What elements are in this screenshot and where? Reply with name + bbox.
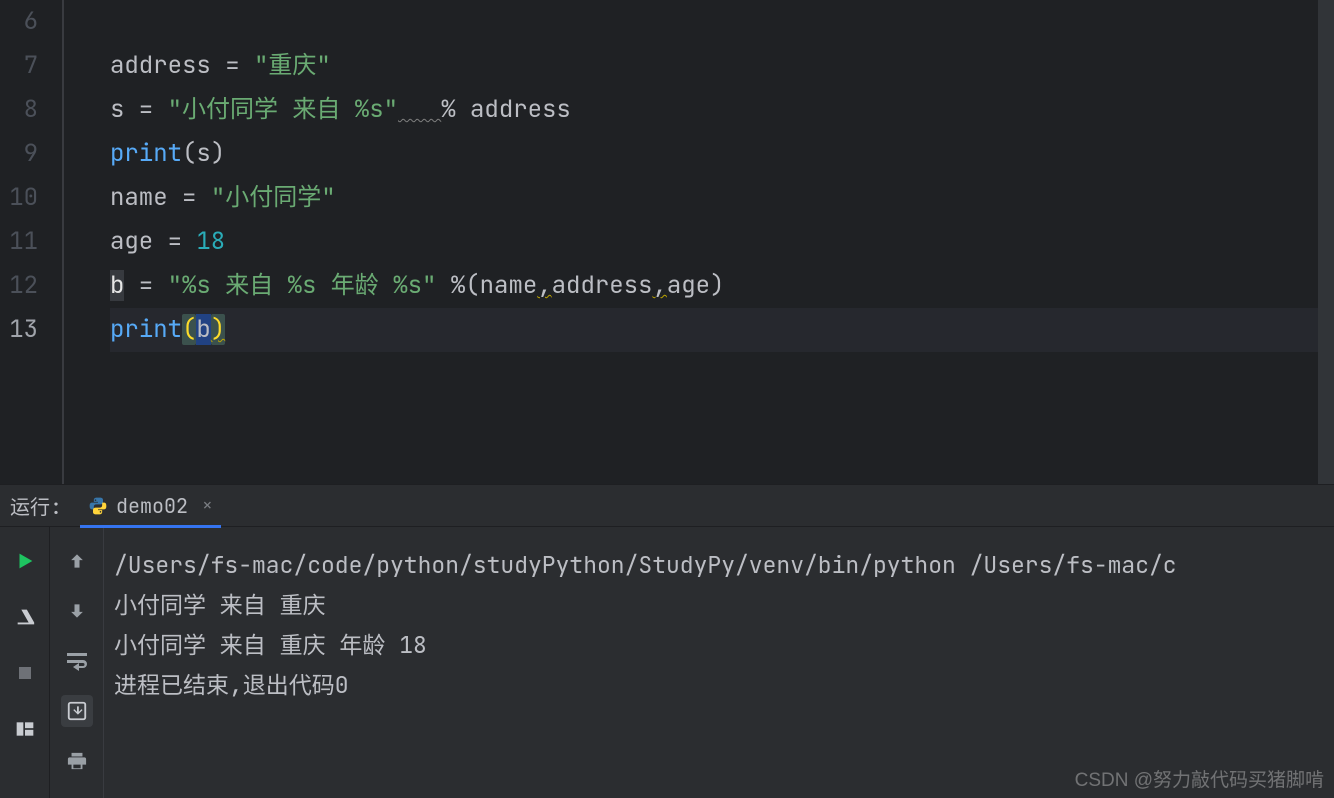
comma-warning: ,	[652, 270, 666, 301]
operator: %	[441, 94, 470, 125]
string-literal: "小付同学 来自 %s"	[168, 94, 398, 125]
string-literal: "%s 来自 %s 年龄 %s"	[168, 270, 437, 301]
run-toolbar-console	[50, 527, 104, 798]
string-literal: "重庆"	[254, 50, 331, 81]
close-tab-icon[interactable]: ×	[202, 494, 213, 517]
line-number[interactable]: 7	[0, 44, 38, 88]
code-editor[interactable]: address = "重庆" s = "小付同学 来自 %s" % addres…	[64, 0, 1334, 484]
function-call: print	[110, 314, 182, 345]
operator: =	[124, 270, 167, 301]
editor-pane: 6 7 8 9 10 11 12 13 address = "重庆" s = "…	[0, 0, 1334, 484]
line-number-current[interactable]: 13	[0, 308, 38, 352]
scroll-to-end-button[interactable]	[61, 695, 93, 727]
run-tool-window: 运行: demo02 ×	[0, 484, 1334, 798]
scroll-up-button[interactable]	[61, 545, 93, 577]
code-line-6[interactable]	[110, 0, 1334, 44]
string-literal: "小付同学"	[211, 182, 336, 213]
line-number[interactable]: 6	[0, 0, 38, 44]
console-output[interactable]: /Users/fs-mac/code/python/studyPython/St…	[104, 527, 1334, 798]
operator: =	[153, 226, 196, 257]
paren-matched: )	[211, 314, 225, 345]
variable: address	[470, 94, 571, 125]
run-tab[interactable]: demo02 ×	[80, 485, 221, 527]
code-line-10[interactable]: name = "小付同学"	[110, 176, 1334, 220]
layout-button[interactable]	[9, 713, 41, 745]
operator: =	[124, 94, 167, 125]
console-line: /Users/fs-mac/code/python/studyPython/St…	[114, 545, 1334, 585]
run-header: 运行: demo02 ×	[0, 485, 1334, 527]
code-line-7[interactable]: address = "重庆"	[110, 44, 1334, 88]
comma-warning: ,	[537, 270, 551, 301]
print-button[interactable]	[61, 745, 93, 777]
paren: )	[710, 270, 724, 301]
variable: name	[480, 270, 538, 301]
paren: (	[182, 138, 196, 169]
line-number[interactable]: 9	[0, 132, 38, 176]
scroll-down-button[interactable]	[61, 595, 93, 627]
stop-button[interactable]	[9, 657, 41, 689]
operator: %	[451, 270, 465, 301]
code-line-13[interactable]: print(b)	[110, 308, 1334, 352]
line-number[interactable]: 12	[0, 264, 38, 308]
run-toolbar-left	[0, 527, 50, 798]
variable: b	[110, 270, 124, 301]
editor-scrollbar[interactable]	[1318, 0, 1334, 484]
console-line: 小付同学 来自 重庆 年龄 18	[114, 625, 1334, 665]
run-tab-name: demo02	[116, 493, 188, 519]
variable: s	[110, 94, 124, 125]
line-number[interactable]: 11	[0, 220, 38, 264]
variable: age	[667, 270, 710, 301]
space	[436, 270, 450, 301]
code-line-9[interactable]: print(s)	[110, 132, 1334, 176]
soft-wrap-button[interactable]	[61, 645, 93, 677]
variable: name	[110, 182, 168, 213]
settings-button[interactable]	[9, 601, 41, 633]
line-number[interactable]: 10	[0, 176, 38, 220]
line-number-gutter: 6 7 8 9 10 11 12 13	[0, 0, 62, 484]
variable: s	[196, 138, 210, 169]
rerun-button[interactable]	[9, 545, 41, 577]
code-line-12[interactable]: b = "%s 来自 %s 年龄 %s" %(name,address,age)	[110, 264, 1334, 308]
variable: age	[110, 226, 153, 257]
line-number[interactable]: 8	[0, 88, 38, 132]
console-line: 进程已结束,退出代码0	[114, 665, 1334, 705]
paren: (	[465, 270, 479, 301]
code-line-11[interactable]: age = 18	[110, 220, 1334, 264]
operator: =	[211, 50, 254, 81]
watermark: CSDN @努力敲代码买猪脚啃	[1075, 765, 1324, 792]
paren: )	[211, 138, 225, 169]
console-line: 小付同学 来自 重庆	[114, 585, 1334, 625]
function-call: print	[110, 138, 182, 169]
paren-matched: (	[182, 314, 196, 345]
variable: address	[110, 50, 211, 81]
operator: =	[168, 182, 211, 213]
variable: b	[196, 314, 210, 345]
run-label: 运行:	[10, 491, 62, 520]
code-line-8[interactable]: s = "小付同学 来自 %s" % address	[110, 88, 1334, 132]
variable: address	[552, 270, 653, 301]
warning-squiggle	[398, 94, 441, 125]
python-file-icon	[88, 496, 108, 516]
number-literal: 18	[196, 226, 225, 257]
run-body: /Users/fs-mac/code/python/studyPython/St…	[0, 527, 1334, 798]
